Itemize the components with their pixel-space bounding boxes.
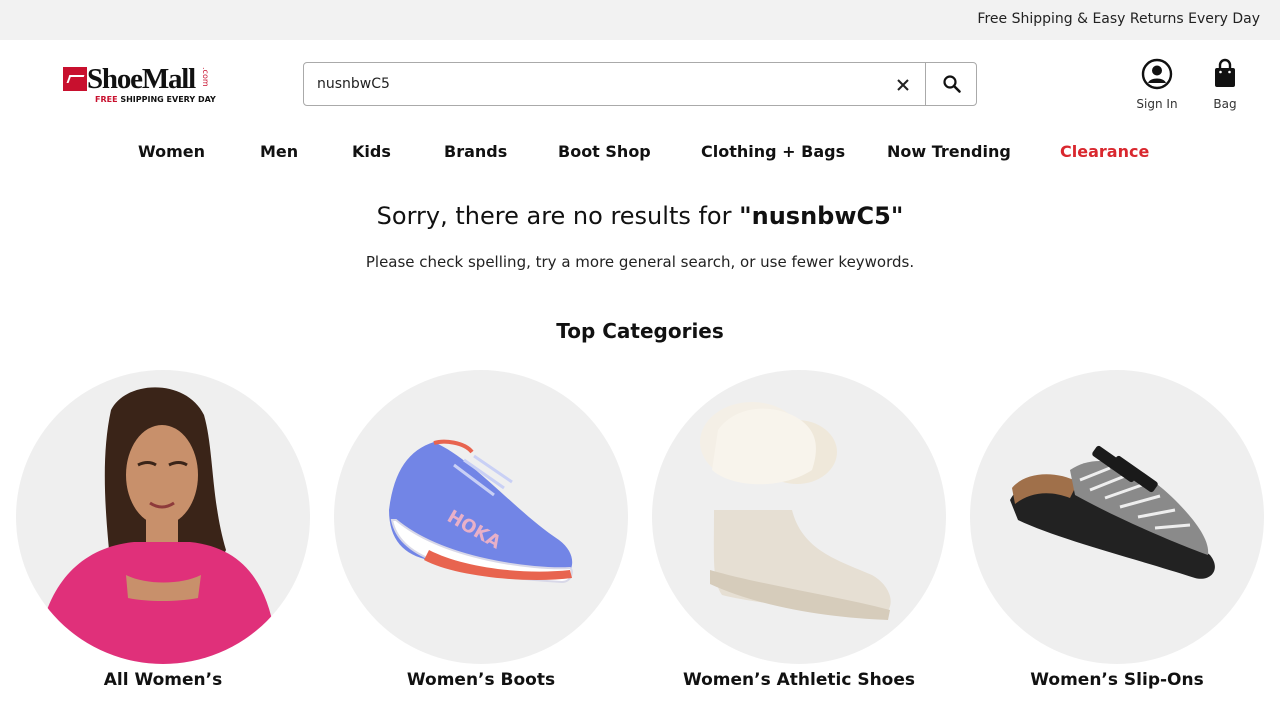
- category-card-womens-boots[interactable]: HOKA Women’s Boots: [334, 370, 628, 710]
- logo-dotcom: .com: [201, 67, 210, 87]
- no-results-heading: Sorry, there are no results for "nusnbwC…: [0, 200, 1280, 232]
- nav-item-clothing-bags[interactable]: Clothing + Bags: [701, 140, 845, 164]
- model-pink-top-image: [36, 387, 278, 664]
- logo-tagline: FREE SHIPPING EVERY DAY: [95, 95, 216, 104]
- main-nav: Women Men Kids Brands Boot Shop Clothing…: [0, 140, 1280, 166]
- search-icon: [943, 75, 961, 93]
- category-image-womens-slip-ons: [970, 370, 1264, 664]
- sign-in-label: Sign In: [1136, 97, 1178, 111]
- logo-wordmark: ShoeMall: [87, 63, 196, 95]
- clear-search-button[interactable]: [890, 72, 916, 98]
- category-card-womens-slip-ons[interactable]: Women’s Slip-Ons: [970, 370, 1264, 710]
- clog-slipper-image: [1010, 445, 1215, 579]
- nav-item-brands[interactable]: Brands: [444, 140, 507, 164]
- category-label: Women’s Athletic Shoes: [682, 670, 916, 690]
- no-results-prefix: Sorry, there are no results for: [376, 202, 740, 230]
- search-submit-button[interactable]: [925, 63, 977, 105]
- category-label: All Women’s: [103, 670, 223, 690]
- logo-tagline-rest: SHIPPING EVERY DAY: [117, 95, 216, 104]
- blue-running-shoe-image: HOKA: [389, 439, 573, 584]
- category-label: Women’s Boots: [406, 670, 556, 690]
- shoemall-logo[interactable]: ShoeMall .com FREE SHIPPING EVERY DAY: [62, 62, 222, 108]
- category-label: Women’s Slip-Ons: [1030, 670, 1204, 690]
- account-icon: [1141, 58, 1173, 90]
- logo-mark-icon: [63, 67, 87, 91]
- promo-text: Free Shipping & Easy Returns Every Day: [977, 11, 1260, 27]
- nav-item-now-trending[interactable]: Now Trending: [887, 140, 1011, 164]
- search-input[interactable]: [305, 64, 885, 104]
- logo-tagline-free: FREE: [95, 95, 118, 104]
- nav-item-women[interactable]: Women: [138, 140, 205, 164]
- no-results-hint: Please check spelling, try a more genera…: [365, 253, 915, 271]
- category-card-womens-athletic-shoes[interactable]: Women’s Athletic Shoes: [652, 370, 946, 710]
- top-categories-title: Top Categories: [556, 319, 724, 343]
- no-results-query: "nusnbwC5": [739, 202, 904, 230]
- category-card-all-womens[interactable]: All Women’s: [16, 370, 310, 710]
- sign-in-button[interactable]: Sign In: [1126, 58, 1188, 111]
- nav-item-boot-shop[interactable]: Boot Shop: [558, 140, 651, 164]
- bag-button[interactable]: Bag: [1204, 58, 1246, 111]
- shearling-boot-image: [700, 402, 891, 620]
- close-icon: [897, 79, 909, 91]
- category-image-womens-athletic-shoes: [652, 370, 946, 664]
- nav-item-kids[interactable]: Kids: [352, 140, 391, 164]
- nav-item-clearance[interactable]: Clearance: [1060, 140, 1149, 164]
- category-image-womens-boots: HOKA: [334, 370, 628, 664]
- promo-bar: Free Shipping & Easy Returns Every Day: [0, 0, 1280, 40]
- category-image-all-womens: [16, 370, 310, 664]
- search-bar: [303, 62, 977, 106]
- bag-label: Bag: [1213, 97, 1237, 111]
- shopping-bag-icon: [1215, 58, 1235, 87]
- nav-item-men[interactable]: Men: [260, 140, 298, 164]
